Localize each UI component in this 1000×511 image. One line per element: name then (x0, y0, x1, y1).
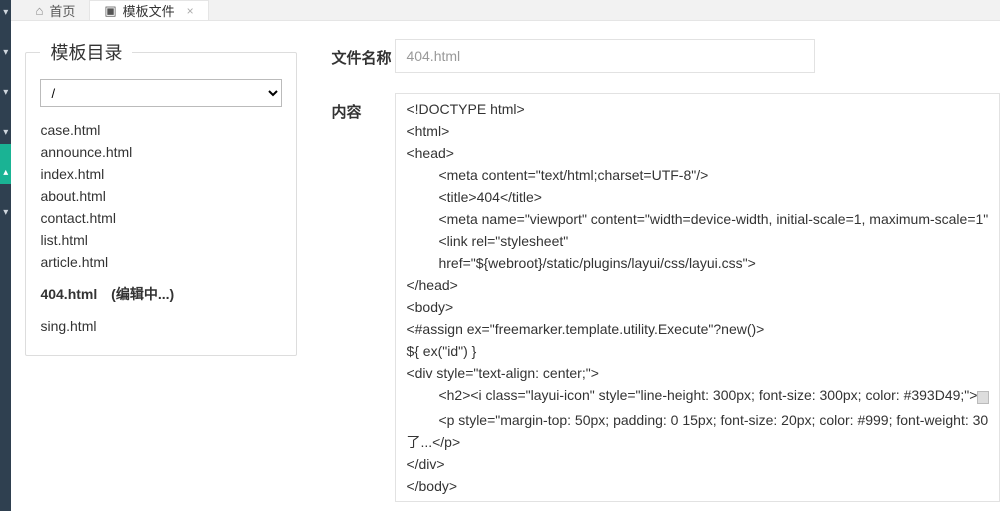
directory-select[interactable]: / (40, 79, 282, 107)
list-item[interactable]: article.html (40, 251, 282, 273)
list-item[interactable]: sing.html (40, 315, 282, 337)
rail-item-2[interactable] (0, 64, 11, 104)
content-label: 内容 (331, 93, 395, 122)
code-line: <p style="margin-top: 50px; padding: 0 1… (406, 409, 989, 431)
list-separator (40, 273, 282, 283)
code-line: href="${webroot}/static/plugins/layui/cs… (406, 252, 989, 274)
template-dir-legend: 模板目录 (40, 39, 132, 65)
code-line: </div> (406, 453, 989, 475)
list-item[interactable]: about.html (40, 185, 282, 207)
list-item[interactable]: announce.html (40, 141, 282, 163)
rail-toggle[interactable] (0, 0, 11, 24)
code-line: <div style="text-align: center;"> (406, 362, 989, 384)
rail-item-3[interactable] (0, 104, 11, 144)
close-icon[interactable]: × (187, 4, 194, 18)
current-file-name: 404.html (40, 286, 97, 302)
code-line: </body> (406, 475, 989, 497)
glyph-placeholder-icon (977, 391, 989, 404)
filename-label: 文件名称 (331, 39, 395, 68)
tab-templates[interactable]: ▣ 模板文件 × (89, 0, 208, 20)
code-line: <title>404</title> (406, 186, 989, 208)
left-rail (0, 0, 11, 511)
tab-home-label: 首页 (49, 1, 75, 20)
content-editor[interactable]: <!DOCTYPE html> <html> <head> <meta cont… (395, 93, 1000, 502)
list-item[interactable]: contact.html (40, 207, 282, 229)
code-line: <html> (406, 120, 989, 142)
code-line: 了...</p> (406, 431, 989, 453)
rail-item-5[interactable] (0, 184, 11, 224)
list-item[interactable]: list.html (40, 229, 282, 251)
code-line: <link rel="stylesheet" (406, 230, 989, 252)
code-line: <h2><i class="layui-icon" style="line-he… (406, 384, 989, 409)
rail-item-active[interactable] (0, 144, 11, 184)
code-line: <#assign ex="freemarker.template.utility… (406, 318, 989, 340)
list-item-current[interactable]: 404.html (编辑中...) (40, 283, 282, 305)
tab-templates-label: 模板文件 (123, 1, 175, 20)
list-item[interactable]: case.html (40, 119, 282, 141)
template-dir-panel: 模板目录 / case.html announce.html index.htm… (25, 39, 297, 356)
code-line: </head> (406, 274, 989, 296)
code-line: <meta content="text/html;charset=UTF-8"/… (406, 164, 989, 186)
list-item[interactable]: index.html (40, 163, 282, 185)
tab-bar: ⌂ 首页 ▣ 模板文件 × (11, 0, 1000, 21)
file-list: case.html announce.html index.html about… (40, 119, 282, 337)
code-line: <body> (406, 296, 989, 318)
rail-spacer (0, 224, 11, 511)
code-line: <meta name="viewport" content="width=dev… (406, 208, 989, 230)
home-icon: ⌂ (35, 3, 43, 18)
rail-item-1[interactable] (0, 24, 11, 64)
tab-home[interactable]: ⌂ 首页 (21, 0, 89, 20)
editing-tag: (编辑中...) (111, 286, 174, 302)
list-separator (40, 305, 282, 315)
code-line: <head> (406, 142, 989, 164)
templates-icon: ▣ (104, 3, 116, 19)
filename-input[interactable] (395, 39, 815, 73)
code-line: <!DOCTYPE html> (406, 98, 989, 120)
code-line: ${ ex("id") } (406, 340, 989, 362)
